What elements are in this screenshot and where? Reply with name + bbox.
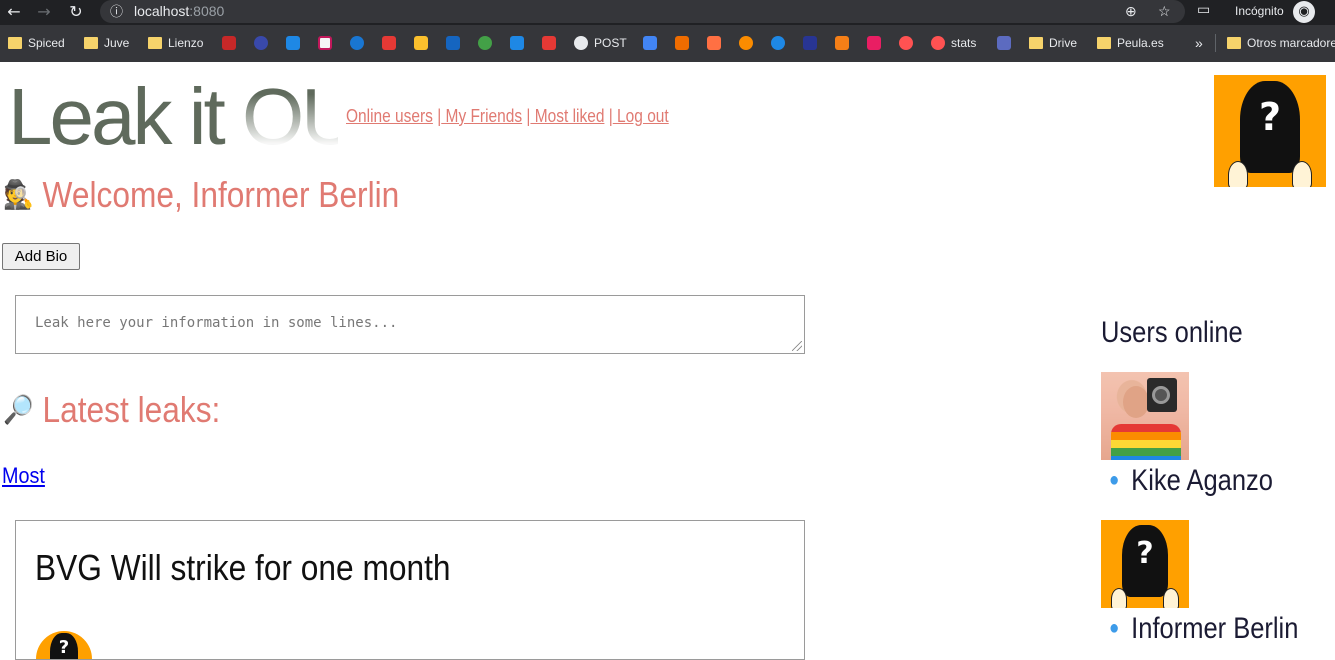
online-user-name[interactable]: ● Informer Berlin [1109, 612, 1298, 646]
nav-most-liked[interactable]: Most liked [530, 106, 605, 126]
bookmark-spiced[interactable]: Spiced [8, 35, 65, 52]
top-nav: Online users | My Friends | Most liked |… [346, 106, 669, 126]
resize-handle-icon[interactable] [792, 341, 802, 351]
whatsapp-icon[interactable] [478, 36, 492, 50]
site-favicon-icon[interactable] [803, 36, 817, 50]
nav-my-friends[interactable]: My Friends [441, 106, 523, 126]
site-favicon-icon[interactable] [707, 36, 721, 50]
bullet-icon: ● [1109, 617, 1120, 639]
bookmarks-bar: Spiced Juve Lienzo POST stats Drive Peul… [0, 25, 1335, 62]
folder-icon [1227, 37, 1241, 49]
page-content: Leak it OUT Online users | My Friends | … [0, 62, 1335, 660]
site-favicon-icon[interactable] [254, 36, 268, 50]
anonymous-user-icon[interactable]: ? [1101, 520, 1189, 608]
folder-icon [1097, 37, 1111, 49]
pocket-icon[interactable] [318, 36, 332, 50]
forward-arrow-icon[interactable]: → [34, 2, 54, 22]
bookmark-peula[interactable]: Peula.es [1097, 35, 1164, 52]
trello-icon[interactable] [446, 36, 460, 50]
back-arrow-icon[interactable]: ← [4, 2, 24, 22]
site-favicon-icon[interactable] [675, 36, 689, 50]
site-favicon-icon[interactable] [286, 36, 300, 50]
bookmark-divider [1215, 34, 1216, 52]
add-bio-button[interactable]: Add Bio [2, 243, 80, 270]
drive-icon[interactable] [414, 36, 428, 50]
leak-input[interactable] [15, 295, 805, 354]
online-user-item[interactable]: ● Kike Aganzo [1101, 372, 1335, 502]
airbnb-icon [931, 36, 945, 50]
user-photo[interactable] [1101, 372, 1189, 460]
leak-author-avatar[interactable]: ? [36, 631, 92, 659]
bookmark-lienzo[interactable]: Lienzo [148, 35, 203, 52]
bookmark-post[interactable]: POST [574, 35, 627, 52]
bullet-icon: ● [1109, 469, 1120, 491]
reload-icon[interactable]: ↻ [66, 2, 86, 22]
nav-log-out[interactable]: Log out [613, 106, 669, 126]
site-favicon-icon[interactable] [350, 36, 364, 50]
site-favicon-icon[interactable] [739, 36, 753, 50]
incognito-label: Incógnito [1235, 4, 1284, 18]
online-user-name[interactable]: ● Kike Aganzo [1109, 464, 1273, 498]
users-online-heading: Users online [1101, 316, 1243, 349]
incognito-icon[interactable]: ◉ [1293, 1, 1315, 23]
folder-icon [8, 37, 22, 49]
address-bar[interactable]: ⓘ localhost:8080 ⊕ ☆ [100, 0, 1185, 23]
calendar-icon[interactable] [510, 36, 524, 50]
bookmark-drive[interactable]: Drive [1029, 35, 1077, 52]
info-icon[interactable]: ⓘ [110, 0, 123, 23]
most-sort-link[interactable]: Most [2, 463, 45, 489]
magnifier-icon: 🔎 [3, 393, 34, 426]
check-icon[interactable] [771, 36, 785, 50]
latest-leaks-heading: 🔎 Latest leaks: [3, 389, 221, 430]
online-user-item[interactable]: ? ● Informer Berlin [1101, 520, 1335, 650]
star-bookmark-icon[interactable]: ☆ [1158, 0, 1171, 23]
site-logo[interactable]: Leak it OUT [8, 67, 338, 175]
detective-icon: 🕵 [3, 178, 34, 211]
slack-icon[interactable] [867, 36, 881, 50]
site-favicon-icon[interactable] [222, 36, 236, 50]
cast-icon[interactable]: ▭ [1197, 2, 1210, 18]
bookmark-juve[interactable]: Juve [84, 35, 129, 52]
folder-icon [1029, 37, 1043, 49]
browser-toolbar: ← → ↻ ⓘ localhost:8080 ⊕ ☆ ▭ Incógnito ◉ [0, 0, 1335, 25]
nav-online-users[interactable]: Online users [346, 106, 433, 126]
welcome-heading: 🕵 Welcome, Informer Berlin [3, 174, 400, 215]
profile-avatar[interactable]: ? [1214, 75, 1326, 187]
anonymous-user-icon: ? [36, 631, 92, 659]
airbnb-icon[interactable] [899, 36, 913, 50]
zoom-icon[interactable]: ⊕ [1125, 0, 1137, 23]
leak-title: BVG Will strike for one month [35, 547, 451, 588]
bookmark-stats[interactable]: stats [931, 35, 976, 52]
site-favicon-icon[interactable] [542, 36, 556, 50]
leak-card: BVG Will strike for one month ? [15, 520, 805, 660]
gmail-icon[interactable] [382, 36, 396, 50]
url-text: localhost:8080 [134, 3, 225, 19]
folder-icon [148, 37, 162, 49]
folder-icon [84, 37, 98, 49]
site-favicon-icon[interactable] [997, 36, 1011, 50]
bookmark-otros-marcadores[interactable]: Otros marcadores [1227, 35, 1335, 52]
anonymous-user-icon: ? [1214, 75, 1326, 187]
ads-icon[interactable] [643, 36, 657, 50]
globe-icon [574, 36, 588, 50]
bookmarks-overflow-icon[interactable]: » [1195, 35, 1203, 52]
site-favicon-icon[interactable] [835, 36, 849, 50]
